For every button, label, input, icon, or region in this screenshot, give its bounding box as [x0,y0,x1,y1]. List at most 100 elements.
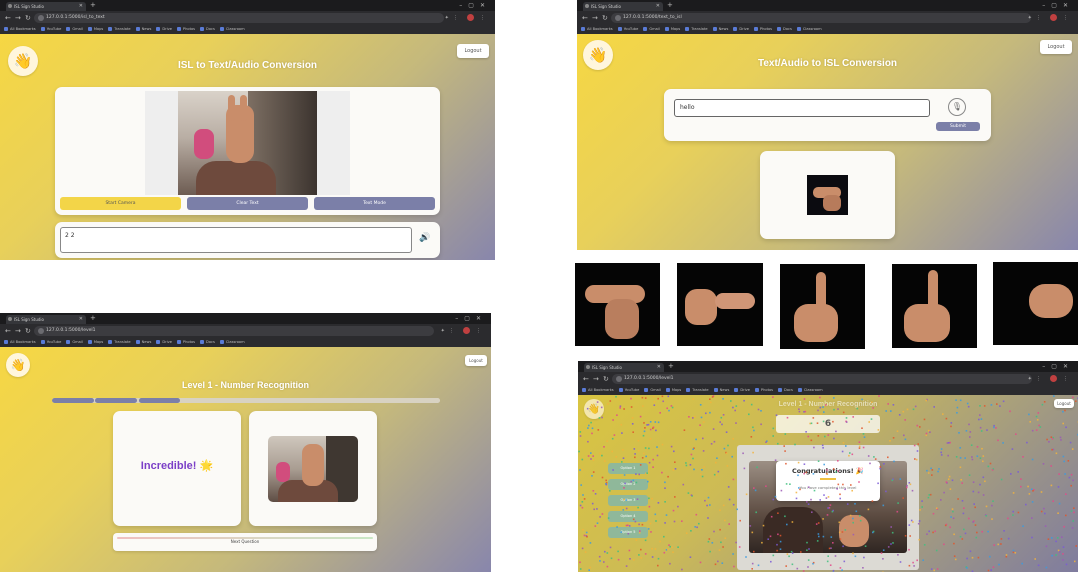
bookmark-item[interactable]: Gmail [66,27,83,31]
bookmark-item[interactable]: News [714,388,730,392]
option-button[interactable]: Option 4 [608,511,648,522]
forward-icon[interactable]: → [592,13,598,23]
bookmark-item[interactable]: Drive [734,388,750,392]
bookmark-item[interactable]: Gmail [643,27,660,31]
speaker-icon[interactable]: 🔊 [419,233,430,243]
browser-tab[interactable]: ISL Sign Studio ✕ [6,2,86,11]
option-button[interactable]: Option 3 [608,495,648,506]
browser-tab[interactable]: ISL Sign Studio ✕ [584,363,664,372]
profile-avatar[interactable] [1050,14,1058,21]
site-info-icon[interactable] [615,15,621,21]
bookmark-item[interactable]: Photos [754,27,772,31]
bookmark-item[interactable]: Translate [685,27,707,31]
url-field[interactable]: 127.0.0.1:5000/text_to_isl [611,13,1031,23]
bookmark-item[interactable]: Photos [177,27,195,31]
bookmark-item[interactable]: Maps [88,340,103,344]
bookmark-item[interactable]: All Bookmarks [582,388,614,392]
back-icon[interactable]: ← [582,13,588,23]
window-controls[interactable]: –▢✕ [459,0,491,11]
bookmark-item[interactable]: Classroom [220,27,245,31]
reload-icon[interactable]: ↻ [603,374,609,384]
site-info-icon[interactable] [38,328,44,334]
logout-button[interactable]: Logout [1040,40,1072,54]
reload-icon[interactable]: ↻ [602,13,608,23]
output-textarea[interactable]: 2 2 [60,227,412,253]
browser-tab[interactable]: ISL Sign Studio ✕ [583,2,663,11]
bookmark-item[interactable]: Classroom [220,340,245,344]
reload-icon[interactable]: ↻ [25,326,31,336]
bookmark-item[interactable]: Translate [108,340,130,344]
toolbar-icons[interactable]: ✦⋮ ⋮ [445,14,489,22]
window-controls[interactable]: –▢✕ [1042,0,1074,11]
bookmark-item[interactable]: Docs [778,388,793,392]
forward-icon[interactable]: → [15,326,21,336]
bookmark-item[interactable]: Translate [108,27,130,31]
toolbar-icons[interactable]: ✦⋮ ⋮ [1028,375,1072,383]
bookmark-item[interactable]: YouTube [619,388,640,392]
toolbar-icons[interactable]: ✦⋮ ⋮ [1028,14,1072,22]
reload-icon[interactable]: ↻ [25,13,31,23]
bookmark-item[interactable]: Docs [200,340,215,344]
next-question-bar[interactable]: Next Question [113,533,377,551]
bookmark-item[interactable]: All Bookmarks [4,340,36,344]
toolbar-icons[interactable]: ✦⋮ ⋮ [441,327,485,335]
site-info-icon[interactable] [616,376,622,382]
bookmark-item[interactable]: News [136,340,152,344]
bookmark-item[interactable]: Classroom [798,388,823,392]
back-icon[interactable]: ← [5,326,11,336]
window-controls[interactable]: –▢✕ [455,313,487,324]
close-tab-icon[interactable]: ✕ [79,2,83,11]
bookmark-item[interactable]: Drive [733,27,749,31]
clear-text-button[interactable]: Clear Text [187,197,308,210]
bookmark-item[interactable]: All Bookmarks [581,27,613,31]
back-icon[interactable]: ← [583,374,589,384]
bookmark-item[interactable]: News [713,27,729,31]
start-camera-button[interactable]: Start Camera [60,197,181,210]
bookmark-item[interactable]: Photos [177,340,195,344]
browser-tab[interactable]: ISL Sign Studio ✕ [6,315,86,324]
bookmark-item[interactable]: Maps [88,27,103,31]
bookmark-item[interactable]: Docs [200,27,215,31]
bookmark-item[interactable]: YouTube [41,27,62,31]
forward-icon[interactable]: → [15,13,21,23]
submit-button[interactable]: Submit [936,122,980,131]
forward-icon[interactable]: → [593,374,599,384]
url-field[interactable]: 127.0.0.1:5000/isl_to_text [34,13,444,23]
logout-button[interactable]: Logout [465,355,487,366]
bookmark-item[interactable]: Docs [777,27,792,31]
new-tab-icon[interactable]: + [90,1,96,10]
bookmark-item[interactable]: Gmail [644,388,661,392]
bookmark-item[interactable]: YouTube [41,340,62,344]
profile-avatar[interactable] [463,327,471,334]
text-input[interactable]: hello [674,99,930,117]
back-icon[interactable]: ← [5,13,11,23]
url-field[interactable]: 127.0.0.1:5000/level1 [612,374,1032,384]
microphone-icon[interactable]: 🎙 [948,98,966,116]
bookmark-item[interactable]: Photos [755,388,773,392]
option-button[interactable]: Option 1 [608,463,648,474]
app-logo-hand-icon[interactable]: 👋 [6,353,30,377]
option-button[interactable]: Option 2 [608,479,648,490]
bookmark-item[interactable]: Drive [156,27,172,31]
bookmark-item[interactable]: Classroom [797,27,822,31]
site-info-icon[interactable] [38,15,44,21]
url-field[interactable]: 127.0.0.1:5000/level1 [34,326,434,336]
close-tab-icon[interactable]: ✕ [657,363,661,372]
close-tab-icon[interactable]: ✕ [79,315,83,324]
bookmark-item[interactable]: YouTube [618,27,639,31]
window-controls[interactable]: –▢✕ [1042,361,1074,372]
new-tab-icon[interactable]: + [90,314,96,323]
bookmark-item[interactable]: Translate [686,388,708,392]
bookmark-item[interactable]: Drive [156,340,172,344]
bookmark-item[interactable]: Maps [666,388,681,392]
new-tab-icon[interactable]: + [668,362,674,371]
profile-avatar[interactable] [1050,375,1058,382]
profile-avatar[interactable] [467,14,475,21]
option-button[interactable]: Option 5 [608,527,648,538]
bookmark-item[interactable]: All Bookmarks [4,27,36,31]
text-mode-button[interactable]: Text Mode [314,197,435,210]
close-tab-icon[interactable]: ✕ [656,2,660,11]
bookmark-item[interactable]: Gmail [66,340,83,344]
bookmark-item[interactable]: Maps [665,27,680,31]
bookmark-item[interactable]: News [136,27,152,31]
